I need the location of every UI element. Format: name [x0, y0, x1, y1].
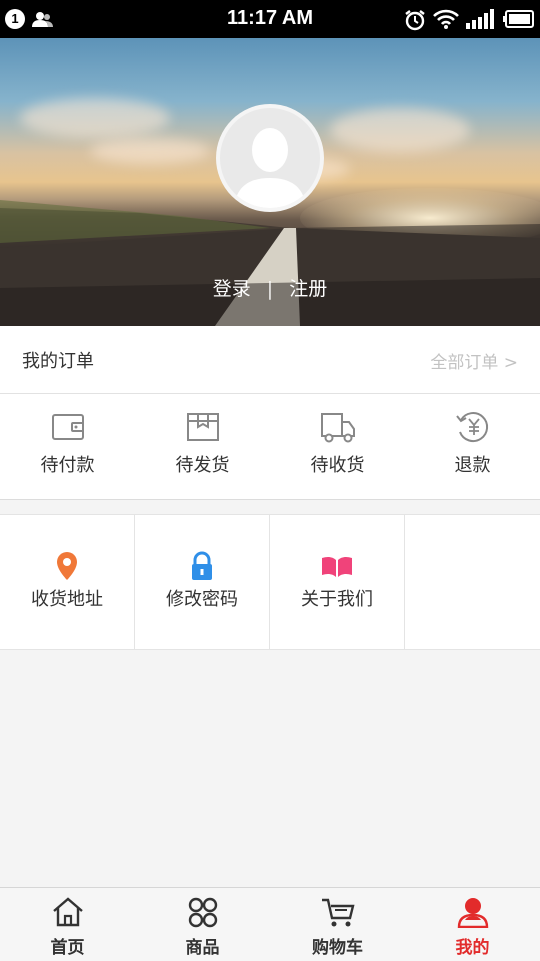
order-status-row: 待付款 待发货 待收货 退款	[0, 394, 540, 500]
signal-icon	[466, 9, 494, 29]
tab-label: 购物车	[312, 938, 363, 958]
service-label: 关于我们	[301, 589, 373, 610]
profile-header: 登录 | 注册	[0, 38, 540, 326]
register-link[interactable]: 注册	[289, 274, 327, 301]
my-orders-header: 我的订单 全部订单 >	[0, 326, 540, 394]
order-pending-shipment[interactable]: 待发货	[135, 394, 270, 499]
tab-mine[interactable]: 我的	[405, 888, 540, 961]
location-pin-icon	[57, 552, 77, 580]
auth-separator: |	[266, 278, 274, 300]
truck-icon	[320, 413, 355, 443]
shipping-address-cell[interactable]: 收货地址	[0, 515, 135, 649]
tab-cart[interactable]: 购物车	[270, 888, 405, 961]
status-time: 11:17 AM	[227, 7, 313, 29]
service-label: 修改密码	[166, 589, 238, 610]
order-refund[interactable]: 退款	[405, 394, 540, 499]
wallet-icon	[51, 414, 84, 440]
service-label: 收货地址	[31, 589, 103, 610]
grid-icon	[188, 897, 217, 928]
order-item-label: 退款	[454, 455, 491, 476]
tab-label: 我的	[455, 938, 490, 958]
lock-icon	[192, 551, 212, 580]
user-icon	[457, 898, 488, 928]
bottom-tab-bar: 首页 商品 购物车 我的	[0, 887, 540, 961]
about-us-cell[interactable]: 关于我们	[270, 515, 405, 649]
user-silhouette-icon	[234, 128, 306, 208]
order-item-label: 待收货	[310, 455, 365, 476]
avatar[interactable]	[216, 104, 324, 212]
order-item-label: 待发货	[175, 455, 230, 476]
login-link[interactable]: 登录	[213, 274, 251, 301]
battery-icon	[503, 10, 534, 28]
all-orders-link[interactable]: 全部订单 >	[430, 348, 518, 373]
wifi-icon	[433, 9, 459, 29]
tab-label: 商品	[185, 938, 220, 958]
my-orders-title: 我的订单	[22, 351, 94, 372]
order-item-label: 待付款	[40, 455, 95, 476]
change-password-cell[interactable]: 修改密码	[135, 515, 270, 649]
order-pending-payment[interactable]: 待付款	[0, 394, 135, 499]
tab-label: 首页	[50, 938, 85, 958]
home-icon	[52, 897, 83, 927]
service-grid: 收货地址 修改密码 关于我们	[0, 514, 540, 650]
order-pending-receipt[interactable]: 待收货	[270, 394, 405, 499]
book-icon	[322, 556, 352, 577]
tab-products[interactable]: 商品	[135, 888, 270, 961]
alarm-icon	[405, 10, 425, 31]
cart-icon	[321, 898, 355, 927]
auth-links: 登录 | 注册	[0, 274, 540, 301]
package-icon	[186, 413, 219, 441]
empty-cell	[405, 515, 540, 649]
tab-home[interactable]: 首页	[0, 888, 135, 961]
refund-icon	[455, 412, 488, 442]
status-bar: 1 11:17 AM	[0, 0, 540, 38]
